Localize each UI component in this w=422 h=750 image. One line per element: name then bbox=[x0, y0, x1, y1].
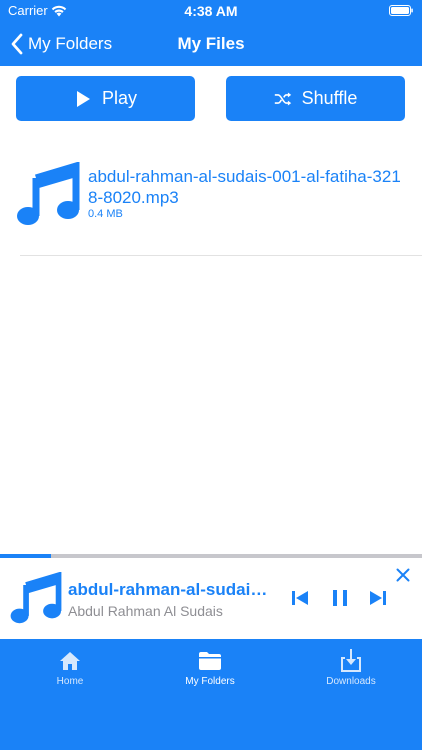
now-playing-title: abdul-rahman-al-sudais-001-al-fatiha-321… bbox=[68, 580, 268, 599]
tab-home[interactable]: Home bbox=[0, 639, 140, 699]
tab-downloads-label: Downloads bbox=[326, 676, 376, 687]
file-size: 0.4 MB bbox=[88, 208, 123, 220]
file-name: abdul-rahman-al-sudais-001-al-fatiha-321… bbox=[88, 167, 401, 207]
play-button[interactable]: Play bbox=[16, 76, 195, 121]
tab-home-label: Home bbox=[56, 676, 84, 687]
list-divider bbox=[20, 255, 422, 256]
folder-icon bbox=[199, 652, 221, 670]
playback-progress-bar[interactable] bbox=[0, 554, 422, 558]
shuffle-button[interactable]: Shuffle bbox=[226, 76, 405, 121]
top-bar: Carrier 4:38 AM My Folders My Files bbox=[0, 0, 422, 66]
previous-track-icon[interactable] bbox=[289, 588, 311, 608]
file-list-item[interactable]: abdul-rahman-al-sudais-001-al-fatiha-321… bbox=[0, 160, 422, 256]
play-icon bbox=[76, 90, 90, 107]
play-label: Play bbox=[101, 88, 137, 108]
music-note-icon bbox=[10, 572, 62, 624]
playback-progress-fill bbox=[0, 554, 51, 558]
download-icon bbox=[341, 649, 361, 672]
now-playing-artist: Abdul Rahman Al Sudais bbox=[68, 603, 223, 619]
tab-bar: Home My Folders Downloads bbox=[0, 639, 422, 750]
clock: 4:38 AM bbox=[184, 3, 238, 19]
navigation-bar: My Folders My Files bbox=[0, 22, 422, 66]
shuffle-icon bbox=[274, 91, 291, 106]
music-note-icon bbox=[17, 162, 80, 225]
pause-icon[interactable] bbox=[329, 588, 351, 608]
home-icon bbox=[60, 652, 80, 670]
page-title: My Files bbox=[177, 34, 245, 53]
close-icon[interactable] bbox=[396, 568, 410, 582]
tab-my-folders[interactable]: My Folders bbox=[140, 639, 280, 699]
tab-downloads[interactable]: Downloads bbox=[281, 639, 421, 699]
battery-icon bbox=[389, 5, 413, 16]
tab-my-folders-label: My Folders bbox=[185, 676, 235, 687]
shuffle-label: Shuffle bbox=[301, 88, 358, 108]
next-track-icon[interactable] bbox=[367, 588, 389, 608]
mini-player[interactable]: abdul-rahman-al-sudais-001-al-fatiha-321… bbox=[0, 554, 422, 639]
status-bar: Carrier 4:38 AM bbox=[0, 0, 422, 22]
